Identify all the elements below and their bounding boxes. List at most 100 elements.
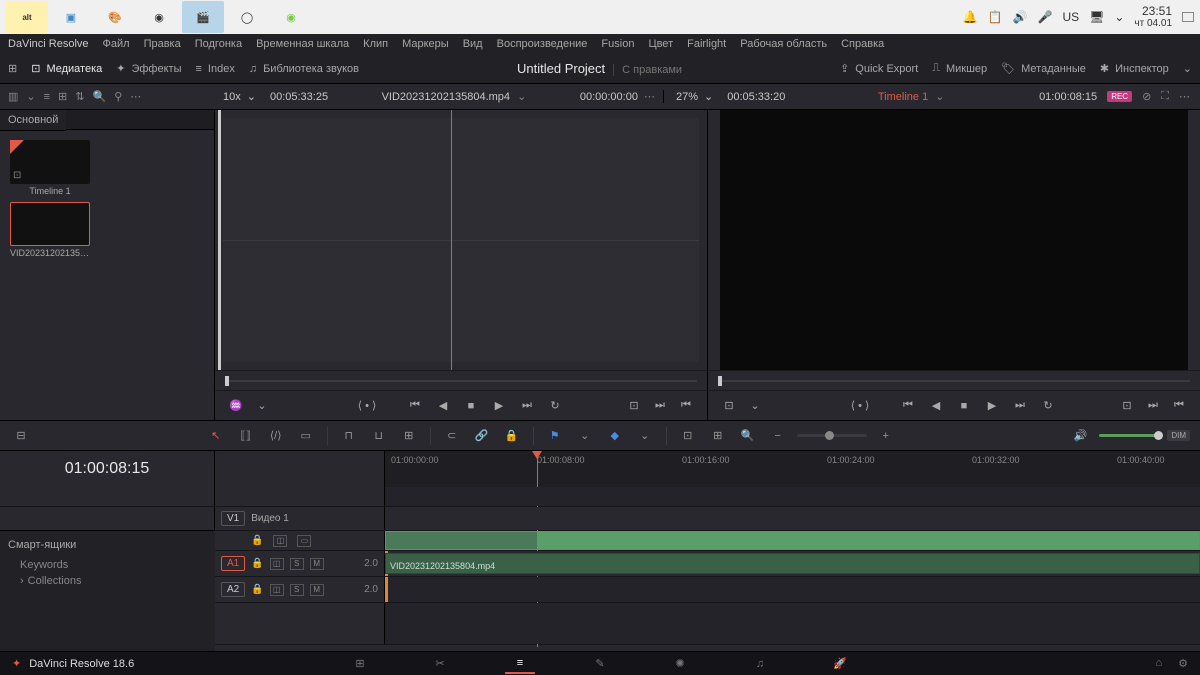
os-app-alt[interactable]: alt [6, 1, 48, 33]
tab-sound[interactable]: ♫Библиотека звуков [249, 63, 359, 75]
arrow-tool-icon[interactable]: ↖ [205, 425, 227, 447]
more-icon[interactable]: ⋯ [1179, 90, 1190, 103]
chevron-down-icon[interactable]: ⌄ [574, 425, 596, 447]
play-icon[interactable]: ▶ [981, 395, 1003, 417]
pool-item-clip[interactable]: VID2023120213580... [10, 202, 90, 258]
flag-icon[interactable]: ⚑ [544, 425, 566, 447]
filter-icon[interactable]: ⚲ [114, 90, 122, 103]
play-reverse-icon[interactable]: ◀ [432, 395, 454, 417]
tab-effects[interactable]: ✦Эффекты [116, 62, 181, 75]
replace-icon[interactable]: ⊞ [398, 425, 420, 447]
snap-icon[interactable]: ⊂ [441, 425, 463, 447]
layout-icon[interactable]: ⊞ [8, 62, 17, 75]
auto-select-icon[interactable]: ◫ [270, 558, 284, 570]
track-head-v1-ctrl[interactable]: 🔒 ◫ ▭ [215, 531, 385, 550]
play-icon[interactable]: ▶ [488, 395, 510, 417]
page-deliver[interactable]: 🚀 [825, 654, 855, 674]
solo-button[interactable]: S [290, 558, 304, 570]
track-tag-a2[interactable]: A2 [221, 582, 245, 597]
os-app-krita[interactable]: 🎨 [94, 1, 136, 33]
loop-icon[interactable]: ↻ [544, 395, 566, 417]
source-clip-name[interactable]: VID20231202135804.mp4 [382, 91, 510, 103]
link-icon[interactable]: 🔗 [471, 425, 493, 447]
match-frame-icon[interactable]: ⊡ [623, 395, 645, 417]
thumb-view-icon[interactable]: ⊞ [58, 90, 67, 103]
menu-clip[interactable]: Клип [363, 38, 388, 50]
menu-view[interactable]: Вид [463, 38, 483, 50]
menu-app[interactable]: DaVinci Resolve [8, 38, 89, 50]
os-app-obs[interactable]: ◉ [138, 1, 180, 33]
menu-markers[interactable]: Маркеры [402, 38, 449, 50]
last-frame-icon[interactable]: ⏭ [516, 395, 538, 417]
track-lane-v1-clip[interactable] [385, 531, 1200, 550]
menu-color[interactable]: Цвет [648, 38, 673, 50]
first-frame-icon[interactable]: ⏮ [404, 395, 426, 417]
prog-scrubber[interactable] [708, 370, 1200, 390]
chevron-down-icon[interactable]: ⌄ [634, 425, 656, 447]
bell-icon[interactable]: 🔔 [963, 10, 978, 24]
source-viewer[interactable] [215, 110, 708, 370]
src-scrubber[interactable] [215, 370, 708, 390]
timeline-name[interactable]: Timeline 1 [878, 91, 928, 103]
zoom-custom-icon[interactable]: 🔍 [737, 425, 759, 447]
track-lane-a2[interactable] [385, 577, 1200, 602]
chevron-down-icon[interactable]: ⌄ [704, 90, 713, 103]
program-viewer[interactable] [708, 110, 1200, 370]
chevron-down-icon[interactable]: ⌄ [251, 395, 273, 417]
chevron-down-icon[interactable]: ⌄ [517, 91, 526, 103]
prog-zoom[interactable]: 27% [676, 91, 698, 103]
menu-edit[interactable]: Правка [144, 38, 181, 50]
track-lane-v1[interactable] [385, 507, 1200, 530]
tab-quick-export[interactable]: ⇪Quick Export [840, 62, 918, 75]
more-icon[interactable]: ⋯ [130, 90, 141, 103]
next-edit-icon[interactable]: ⏭ [649, 395, 671, 417]
track-head-v1[interactable]: V1 Видео 1 [215, 507, 385, 530]
zoom-slider[interactable] [797, 434, 867, 437]
track-head-a2[interactable]: A2 🔒 ◫ S M 2.0 [215, 577, 385, 602]
overwrite-icon[interactable]: ⊔ [368, 425, 390, 447]
tab-metadata[interactable]: 🏷Метаданные [1001, 62, 1086, 75]
menu-trim[interactable]: Подгонка [195, 38, 242, 50]
zoom-in-icon[interactable]: + [875, 425, 897, 447]
os-app-browser[interactable]: ◯ [226, 1, 268, 33]
first-frame-icon[interactable]: ⏮ [897, 395, 919, 417]
auto-select-icon[interactable]: ◫ [273, 535, 287, 547]
smart-bin-keywords[interactable]: Keywords [8, 557, 207, 573]
page-fusion[interactable]: ✎ [585, 654, 615, 674]
prev-edit-icon[interactable]: ⏮ [675, 395, 697, 417]
os-clock[interactable]: 23:51 чт 04.01 [1134, 5, 1172, 29]
zoom-detail-icon[interactable]: ⊞ [707, 425, 729, 447]
next-edit-icon[interactable]: ⏭ [1142, 395, 1164, 417]
chevron-down-icon[interactable]: ⌄ [744, 395, 766, 417]
last-frame-icon[interactable]: ⏭ [1009, 395, 1031, 417]
desktop-icon[interactable] [1182, 12, 1194, 22]
menu-workspace[interactable]: Рабочая область [740, 38, 827, 50]
zoom-out-icon[interactable]: − [767, 425, 789, 447]
audio-scrub-icon[interactable]: ♒ [225, 395, 247, 417]
chevron-down-icon[interactable]: ⌄ [26, 90, 35, 103]
page-color[interactable]: ✺ [665, 654, 695, 674]
nav-dots-icon[interactable]: ⟨ • ⟩ [356, 395, 378, 417]
lock-icon[interactable]: 🔒 [251, 558, 263, 569]
timeline-timecode[interactable]: 01:00:08:15 [0, 451, 215, 487]
timeline-ruler[interactable]: 01:00:00:00 01:00:08:00 01:00:16:00 01:0… [385, 451, 1200, 487]
pool-tab-main[interactable]: Основной [0, 110, 66, 131]
page-media[interactable]: ⊞ [345, 654, 375, 674]
lock-icon[interactable]: 🔒 [251, 584, 263, 595]
tab-mixer[interactable]: ⎍Микшер [932, 62, 987, 75]
menu-playback[interactable]: Воспроизведение [497, 38, 588, 50]
track-tag-v1[interactable]: V1 [221, 511, 245, 526]
stop-icon[interactable]: ■ [460, 395, 482, 417]
chevron-down-icon[interactable]: ⌄ [1183, 62, 1192, 75]
pool-item-timeline[interactable]: ⊡ Timeline 1 [10, 140, 90, 196]
lang-indicator[interactable]: US [1062, 10, 1079, 24]
volume-slider[interactable] [1099, 434, 1159, 437]
zoom-full-icon[interactable]: ⊡ [677, 425, 699, 447]
mute-button[interactable]: M [310, 584, 324, 596]
home-icon[interactable]: ⌂ [1155, 657, 1162, 670]
more-icon[interactable]: ⋯ [644, 90, 655, 103]
solo-button[interactable]: S [290, 584, 304, 596]
dynamic-trim-icon[interactable]: ⟨/⟩ [265, 425, 287, 447]
disable-icon[interactable]: ▭ [297, 535, 311, 547]
os-app-files[interactable]: ▣ [50, 1, 92, 33]
